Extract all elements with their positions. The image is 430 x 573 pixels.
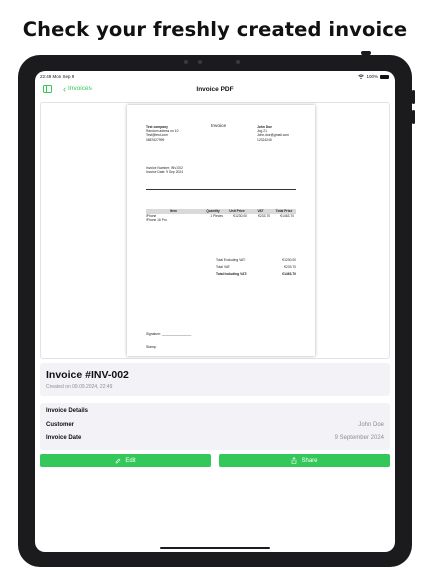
- customer-value: John Doe: [358, 422, 384, 428]
- share-label: Share: [301, 457, 318, 464]
- invoice-date-value: 9 September 2024: [334, 435, 384, 441]
- camera-dot: [184, 60, 188, 64]
- edit-label: Edit: [125, 457, 136, 464]
- pdf-doc-title: Invoice: [211, 124, 227, 129]
- total-label: Total Including VAT:: [216, 272, 247, 276]
- invoice-title: Invoice #INV-002: [46, 369, 129, 381]
- pencil-icon: [115, 458, 121, 463]
- stamp-label: Stamp:: [146, 345, 157, 349]
- total-label: Total VAT:: [216, 265, 231, 269]
- customer-label: Customer: [46, 422, 75, 428]
- signature-line: Signature: ________________: [146, 332, 192, 336]
- marketing-headline: Check your freshly created invoice: [22, 18, 408, 41]
- pdf-viewer[interactable]: Test company Random adress no 10 Test@te…: [40, 102, 390, 359]
- table-row: iPhone iPhone 16 Pro 1 Pieces €1230.00 €…: [146, 214, 296, 222]
- total-excl-vat-row: Total Excluding VAT: €1230.00: [216, 257, 296, 264]
- share-icon: [292, 457, 297, 464]
- wifi-icon: [358, 74, 365, 79]
- total-value: €233.70: [284, 265, 296, 269]
- total-value: €1230.00: [282, 258, 296, 262]
- total-value: €1463.70: [282, 272, 296, 276]
- invoice-date-row: Invoice Date 9 September 2024: [40, 432, 390, 445]
- status-battery: 100%: [358, 74, 389, 79]
- pdf-items-table: Item Quantity Unit Price VAT Total Price…: [146, 209, 296, 222]
- sensor-dot: [236, 60, 240, 64]
- invoice-details-card: Invoice Details Customer John Doe Invoic…: [40, 403, 390, 450]
- buyer-phone: 12324245: [257, 137, 272, 142]
- customer-row: Customer John Doe: [40, 419, 390, 432]
- total-incl-vat-row: Total Including VAT: €1463.70: [216, 271, 296, 278]
- app-screen: 22:49 Mon Sep 9 100% ‹ Invoices Invoice …: [35, 71, 395, 552]
- vat-cell: €233.70: [258, 214, 270, 218]
- nav-title: Invoice PDF: [196, 86, 234, 93]
- buyer-email: John.doe@gmail.com: [257, 133, 289, 138]
- total-vat-row: Total VAT: €233.70: [216, 264, 296, 271]
- unit-price-cell: €1230.00: [233, 214, 247, 218]
- seller-block: Test company Random adress no 10 Test@te…: [146, 125, 178, 142]
- total-price-cell: €1463.70: [280, 214, 294, 218]
- pdf-page: Test company Random adress no 10 Test@te…: [127, 105, 315, 356]
- buyer-block: John Doe Jog 21 John.doe@gmail.com 12324…: [257, 125, 289, 142]
- seller-phone: 0687627999: [146, 137, 165, 142]
- item-cell: iPhone iPhone 16 Pro: [146, 214, 201, 222]
- invoice-meta: Invoice Number: INV-002 Invoice Date: 9 …: [146, 166, 183, 174]
- home-indicator: [160, 547, 270, 549]
- volume-down-button: [412, 110, 415, 124]
- pdf-divider: [146, 189, 296, 190]
- pdf-totals: Total Excluding VAT: €1230.00 Total VAT:…: [216, 257, 296, 278]
- details-section-title: Invoice Details: [46, 408, 89, 414]
- invoice-date-label: Invoice Date: [46, 435, 82, 441]
- battery-icon: [380, 74, 389, 79]
- item-description: iPhone 16 Pro: [146, 218, 167, 222]
- top-button: [361, 51, 371, 55]
- pdf-invoice-date: Invoice Date: 9 Sep 2024: [146, 170, 184, 175]
- status-bar: 22:49 Mon Sep 9 100%: [35, 71, 395, 81]
- quantity-cell: 1 Pieces: [210, 214, 223, 218]
- share-button[interactable]: Share: [219, 454, 390, 467]
- volume-up-button: [412, 90, 415, 104]
- invoice-header-card: Invoice #INV-002 Created on 09.09.2024, …: [40, 363, 390, 396]
- edit-button[interactable]: Edit: [40, 454, 211, 467]
- camera-lens: [198, 60, 202, 64]
- total-label: Total Excluding VAT:: [216, 258, 246, 262]
- invoice-created: Created on 09.09.2024, 22:49: [46, 384, 113, 390]
- battery-percent: 100%: [366, 74, 378, 79]
- navigation-bar: ‹ Invoices Invoice PDF: [35, 81, 395, 99]
- status-time: 22:49 Mon Sep 9: [40, 74, 75, 79]
